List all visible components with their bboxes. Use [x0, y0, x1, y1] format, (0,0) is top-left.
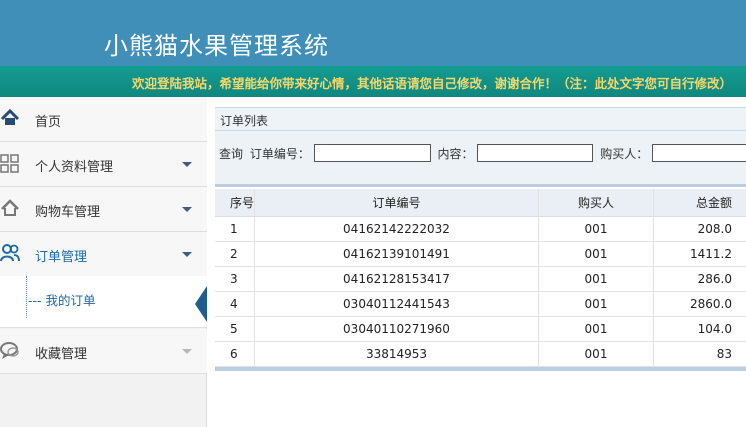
- sidebar-subitem-label: --- 我的订单: [28, 293, 96, 308]
- home-outline-icon: [1, 199, 19, 216]
- row-total: 83: [716, 347, 732, 361]
- grid-icon: [0, 154, 19, 173]
- row-order-number: 04162139101491: [255, 242, 539, 266]
- content-label: 内容：: [437, 146, 474, 161]
- sidebar-item-favorites[interactable]: 收藏管理: [0, 329, 207, 374]
- content-input[interactable]: [477, 144, 594, 162]
- header-buyer: 购买人: [539, 189, 654, 216]
- search-panel: 查询 订单编号： 内容： 购买人：: [215, 131, 746, 187]
- table-row[interactable]: 6 33814953 001 83: [215, 342, 746, 367]
- welcome-message: 欢迎登陆我站，希望能给你带来好心情，其他话语请您自己修改，谢谢合作！（注：此处文…: [132, 76, 733, 91]
- row-order-number: 04162128153417: [255, 267, 539, 291]
- welcome-bar: 欢迎登陆我站，希望能给你带来好心情，其他话语请您自己修改，谢谢合作！（注：此处文…: [0, 66, 746, 97]
- table-row[interactable]: 2 04162139101491 001 1411.2: [215, 242, 746, 267]
- row-index: 5: [215, 317, 255, 341]
- chevron-down-icon[interactable]: [182, 207, 192, 212]
- order-number-input[interactable]: [313, 144, 431, 162]
- sidebar: 首页 个人资料管理 购物车管理 订单管理 --- 我的订单 收藏管理: [0, 97, 207, 427]
- row-index: 1: [215, 217, 255, 241]
- main-content: 订单列表 查询 订单编号： 内容： 购买人： 序号 订单编号 购买人 总金额 1…: [207, 97, 746, 427]
- row-order-number: 03040110271960: [255, 317, 539, 341]
- table-footer-divider: [215, 367, 746, 371]
- sidebar-item-label: 收藏管理: [35, 347, 88, 362]
- row-total: 2860.0: [690, 297, 732, 311]
- sidebar-item-label: 首页: [35, 115, 62, 130]
- order-number-label: 订单编号：: [249, 146, 310, 161]
- table-row[interactable]: 3 04162128153417 001 286.0: [215, 267, 746, 292]
- breadcrumb: 订单列表: [215, 107, 746, 131]
- search-row: 查询 订单编号： 内容： 购买人：: [219, 144, 746, 162]
- row-order-number: 33814953: [255, 342, 539, 366]
- row-index: 6: [215, 342, 255, 366]
- breadcrumb-label: 订单列表: [220, 114, 269, 128]
- row-buyer: 001: [539, 317, 654, 341]
- sidebar-item-cart[interactable]: 购物车管理: [0, 187, 207, 232]
- users-icon: [0, 244, 20, 262]
- sidebar-subitem-my-orders[interactable]: --- 我的订单: [0, 276, 207, 328]
- row-total: 104.0: [697, 322, 732, 336]
- sidebar-item-label: 个人资料管理: [35, 160, 114, 175]
- row-order-number: 04162142222032: [255, 217, 539, 241]
- sidebar-item-orders[interactable]: 订单管理: [0, 232, 207, 277]
- table-row[interactable]: 5 03040110271960 001 104.0: [215, 317, 746, 342]
- row-total: 286.0: [697, 272, 732, 286]
- table-header-row: 序号 订单编号 购买人 总金额: [215, 189, 746, 217]
- sidebar-item-home[interactable]: 首页: [0, 97, 207, 142]
- sidebar-item-profile[interactable]: 个人资料管理: [0, 142, 207, 187]
- sidebar-item-label: 订单管理: [35, 250, 88, 265]
- row-buyer: 001: [539, 292, 654, 316]
- row-index: 2: [215, 242, 255, 266]
- row-total: 208.0: [697, 222, 732, 236]
- orders-table: 序号 订单编号 购买人 总金额 1 04162142222032 001 208…: [215, 189, 746, 371]
- tree-line: [26, 276, 27, 318]
- row-buyer: 001: [539, 267, 654, 291]
- active-indicator-icon: [195, 286, 207, 322]
- table-row[interactable]: 4 03040112441543 001 2860.0: [215, 292, 746, 317]
- home-icon: [0, 108, 20, 125]
- buyer-input[interactable]: [652, 144, 746, 162]
- row-total: 1411.2: [690, 247, 732, 261]
- chevron-down-icon[interactable]: [182, 252, 192, 257]
- header-total: 总金额: [695, 196, 732, 210]
- row-buyer: 001: [539, 342, 654, 366]
- table-row[interactable]: 1 04162142222032 001 208.0: [215, 217, 746, 242]
- chevron-down-icon[interactable]: [182, 162, 192, 167]
- chevron-down-icon[interactable]: [182, 349, 192, 354]
- app-header: 小熊猫水果管理系统: [0, 0, 746, 66]
- search-prefix-label: 查询: [219, 146, 244, 161]
- row-order-number: 03040112441543: [255, 292, 539, 316]
- row-index: 4: [215, 292, 255, 316]
- sidebar-item-label: 购物车管理: [35, 205, 101, 220]
- row-buyer: 001: [539, 242, 654, 266]
- header-order-number: 订单编号: [255, 189, 539, 216]
- row-index: 3: [215, 267, 255, 291]
- chat-icon: [0, 342, 19, 359]
- buyer-label: 购买人：: [600, 146, 649, 161]
- row-buyer: 001: [539, 217, 654, 241]
- app-title: 小熊猫水果管理系统: [104, 32, 329, 60]
- header-index: 序号: [215, 189, 255, 216]
